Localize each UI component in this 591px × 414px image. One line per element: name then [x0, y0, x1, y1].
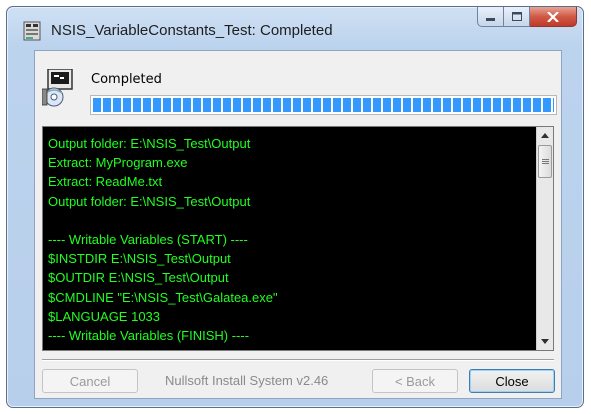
grip-line	[542, 161, 549, 162]
arrow-up-icon	[541, 133, 549, 138]
grip-line	[542, 163, 549, 164]
log-line: $OUTDIR E:\NSIS_Test\Output	[48, 270, 229, 286]
installer-body: Completed Output folder: E:\NSIS_Test\Ou…	[34, 50, 562, 399]
title-bar[interactable]: NSIS_VariableConstants_Test: Completed	[7, 7, 583, 53]
scroll-up-arrow[interactable]	[537, 127, 553, 144]
log-line: Output folder: E:\NSIS_Test\Output	[48, 193, 251, 209]
progress-fill	[93, 98, 554, 112]
log-line: ---- Writable Variables (FINISH) ----	[48, 328, 250, 344]
log-line: $INSTDIR E:\NSIS_Test\Output	[48, 251, 231, 267]
scroll-down-arrow[interactable]	[537, 333, 553, 350]
close-button[interactable]: Close	[469, 369, 555, 393]
footer-divider	[42, 359, 554, 361]
close-icon	[547, 11, 559, 22]
cancel-button[interactable]: Cancel	[42, 369, 138, 393]
log-line: $LANGUAGE 1033	[48, 308, 161, 324]
maximize-button[interactable]	[504, 7, 530, 27]
grip-line	[542, 159, 549, 160]
window-title: NSIS_VariableConstants_Test: Completed	[51, 22, 333, 39]
branding-text: Nullsoft Install System v2.46	[165, 373, 329, 388]
scroll-thumb[interactable]	[538, 145, 552, 178]
install-log[interactable]: Output folder: E:\NSIS_Test\Output Extrac…	[42, 126, 554, 351]
back-button[interactable]: < Back	[372, 369, 458, 393]
installer-window: NSIS_VariableConstants_Test: Completed C…	[6, 6, 584, 408]
minimize-button[interactable]	[477, 7, 504, 27]
installer-icon	[23, 21, 41, 41]
log-line: $CMDLINE "E:\NSIS_Test\Galatea.exe"	[48, 289, 278, 305]
maximize-icon	[511, 12, 522, 21]
progress-bar	[90, 95, 557, 115]
log-line: Output folder: E:\NSIS_Test\Output	[48, 136, 251, 151]
log-line: ---- Writable Variables (START) ----	[48, 232, 248, 248]
log-line: Extract: MyProgram.exe	[48, 155, 188, 171]
arrow-down-icon	[541, 339, 549, 344]
status-label: Completed	[91, 72, 162, 87]
log-lines: Output folder: E:\NSIS_Test\Output Extrac…	[48, 134, 533, 345]
close-window-button[interactable]	[530, 7, 577, 27]
log-line: Extract: ReadMe.txt	[48, 174, 163, 190]
log-scrollbar[interactable]	[536, 127, 553, 350]
minimize-icon	[485, 17, 495, 21]
installer-disc-icon	[42, 69, 73, 107]
